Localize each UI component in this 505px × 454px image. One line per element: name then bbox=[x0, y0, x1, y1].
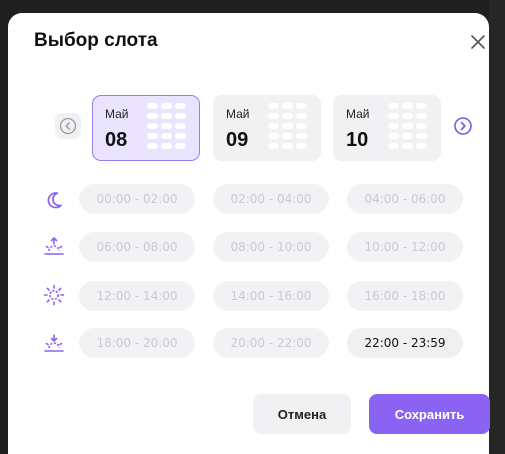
save-button[interactable]: Сохранить bbox=[369, 394, 490, 434]
date-month: Май bbox=[346, 107, 370, 121]
next-dates-button[interactable] bbox=[451, 114, 475, 138]
close-button[interactable] bbox=[466, 30, 490, 54]
time-slot: 16:00 - 18:00 bbox=[347, 281, 463, 311]
time-slot: 20:00 - 22:00 bbox=[213, 328, 329, 358]
chevron-left-icon bbox=[59, 117, 77, 135]
time-slot-available[interactable]: 22:00 - 23:59 bbox=[347, 328, 463, 358]
time-slot: 00:00 - 02:00 bbox=[79, 184, 195, 214]
time-slot: 02:00 - 04:00 bbox=[213, 184, 329, 214]
time-slot: 10:00 - 12:00 bbox=[347, 232, 463, 262]
date-card[interactable]: Май 09 bbox=[213, 95, 321, 161]
time-slot: 18:00 - 20:00 bbox=[79, 328, 195, 358]
date-day: 08 bbox=[105, 129, 128, 151]
dialog-title: Выбор слота bbox=[34, 30, 158, 51]
time-slot: 14:00 - 16:00 bbox=[213, 281, 329, 311]
slot-availability-grid bbox=[268, 103, 310, 153]
time-slot: 12:00 - 14:00 bbox=[79, 281, 195, 311]
sunrise-icon bbox=[43, 235, 65, 257]
time-slot: 04:00 - 06:00 bbox=[347, 184, 463, 214]
date-card[interactable]: Май 10 bbox=[333, 95, 441, 161]
slot-availability-grid bbox=[388, 103, 430, 153]
time-slot: 08:00 - 10:00 bbox=[213, 232, 329, 262]
close-icon bbox=[471, 35, 485, 49]
chevron-right-icon bbox=[454, 117, 472, 135]
slot-availability-grid bbox=[147, 103, 189, 153]
prev-dates-button[interactable] bbox=[55, 113, 81, 139]
date-month: Май bbox=[105, 107, 129, 121]
cancel-button[interactable]: Отмена bbox=[253, 394, 351, 434]
moon-icon bbox=[43, 189, 65, 211]
sun-icon bbox=[43, 284, 65, 306]
date-day: 09 bbox=[226, 129, 249, 151]
time-slot: 06:00 - 08:00 bbox=[79, 232, 195, 262]
date-month: Май bbox=[226, 107, 250, 121]
slot-picker-dialog: Выбор слота Май 08 Май 09 Май 10 00:00 -… bbox=[0, 0, 505, 454]
date-day: 10 bbox=[346, 129, 369, 151]
date-card-selected[interactable]: Май 08 bbox=[92, 95, 200, 161]
sunset-icon bbox=[43, 332, 65, 354]
